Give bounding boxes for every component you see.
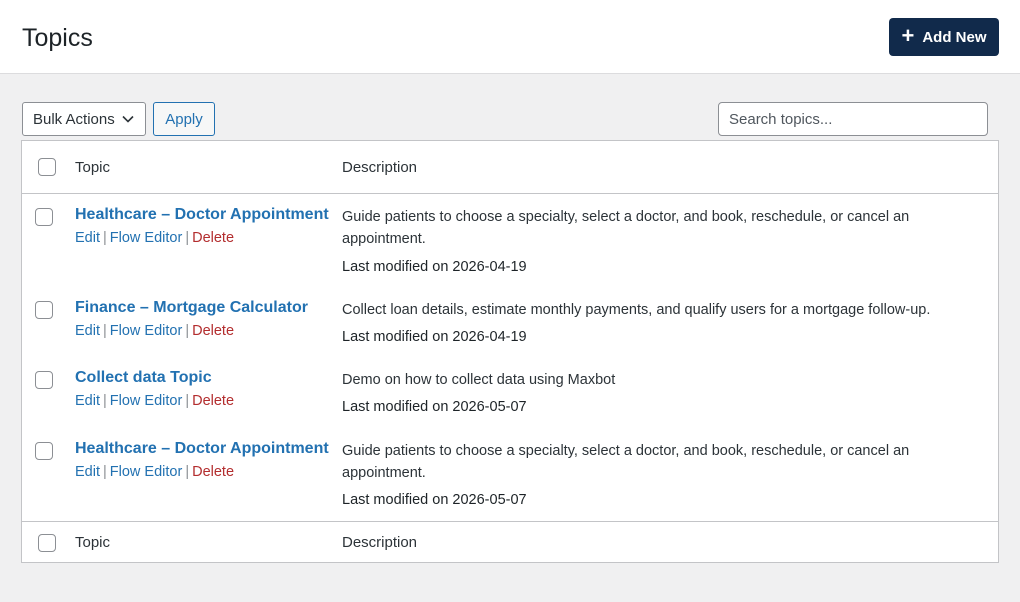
flow-editor-link[interactable]: Flow Editor xyxy=(110,230,183,246)
last-modified: Last modified on 2026-04-19 xyxy=(342,329,527,345)
add-new-button[interactable]: + Add New xyxy=(889,18,999,56)
edit-link[interactable]: Edit xyxy=(75,393,100,409)
chevron-down-icon xyxy=(122,115,134,123)
topic-description: Guide patients to choose a specialty, se… xyxy=(342,209,910,247)
search-input[interactable] xyxy=(718,102,988,136)
separator: | xyxy=(103,393,107,409)
edit-link[interactable]: Edit xyxy=(75,464,100,480)
edit-link[interactable]: Edit xyxy=(75,323,100,339)
last-modified: Last modified on 2026-05-07 xyxy=(342,399,527,415)
add-new-label: Add New xyxy=(922,28,987,46)
column-header-description: Description xyxy=(342,159,418,176)
topic-description: Guide patients to choose a specialty, se… xyxy=(342,443,910,481)
column-header-topic[interactable]: Topic xyxy=(75,159,110,176)
bulk-actions-label: Bulk Actions xyxy=(33,110,115,128)
flow-editor-link[interactable]: Flow Editor xyxy=(110,464,183,480)
separator: | xyxy=(185,230,190,246)
separator: | xyxy=(103,464,107,480)
row-checkbox[interactable] xyxy=(35,371,53,389)
row-actions: Edit | Flow Editor | Delete xyxy=(75,230,234,246)
separator: | xyxy=(185,323,190,339)
table-row: Collect data Topic Edit | Flow Editor | Dele… xyxy=(22,369,998,429)
table-footer: Topic Description xyxy=(22,521,998,562)
apply-button[interactable]: Apply xyxy=(153,102,215,136)
table-row: Finance – Mortgage Calculator Edit | Flow … xyxy=(22,299,998,359)
delete-link[interactable]: Delete xyxy=(192,230,234,246)
separator: | xyxy=(103,230,107,246)
delete-link[interactable]: Delete xyxy=(192,393,234,409)
row-actions: Edit | Flow Editor | Delete xyxy=(75,464,234,480)
delete-link[interactable]: Delete xyxy=(192,323,234,339)
separator: | xyxy=(185,464,190,480)
select-all-checkbox[interactable] xyxy=(38,158,56,176)
page-header: Topics + Add New xyxy=(0,0,1020,74)
table-row: Healthcare – Doctor Appointment Edit | Flo… xyxy=(22,440,998,520)
bulk-actions-select[interactable]: Bulk Actions xyxy=(22,102,146,136)
row-actions: Edit | Flow Editor | Delete xyxy=(75,393,234,409)
last-modified: Last modified on 2026-05-07 xyxy=(342,492,527,508)
table-header: Topic Description xyxy=(22,141,998,194)
separator: | xyxy=(103,323,107,339)
page-title: Topics xyxy=(22,24,93,52)
plus-icon: + xyxy=(901,23,915,48)
table-row: Healthcare – Doctor Appointment Edit | Flo… xyxy=(22,206,998,286)
topic-title-link[interactable]: Healthcare – Doctor Appointment xyxy=(75,206,329,224)
topic-description: Collect loan details, estimate monthly p… xyxy=(342,302,931,318)
topics-table: Topic Description Healthcare – Doctor Ap… xyxy=(21,140,999,563)
flow-editor-link[interactable]: Flow Editor xyxy=(110,323,183,339)
topic-title-link[interactable]: Finance – Mortgage Calculator xyxy=(75,299,308,317)
topic-title-link[interactable]: Healthcare – Doctor Appointment xyxy=(75,440,329,458)
column-footer-topic[interactable]: Topic xyxy=(75,534,110,551)
select-all-checkbox[interactable] xyxy=(38,534,56,552)
flow-editor-link[interactable]: Flow Editor xyxy=(110,393,183,409)
edit-link[interactable]: Edit xyxy=(75,230,100,246)
separator: | xyxy=(185,393,190,409)
row-checkbox[interactable] xyxy=(35,208,53,226)
delete-link[interactable]: Delete xyxy=(192,464,234,480)
topic-description: Demo on how to collect data using Maxbot xyxy=(342,372,616,388)
row-actions: Edit | Flow Editor | Delete xyxy=(75,323,234,339)
row-checkbox[interactable] xyxy=(35,301,53,319)
column-footer-description: Description xyxy=(342,534,418,551)
row-checkbox[interactable] xyxy=(35,442,53,460)
topic-title-link[interactable]: Collect data Topic xyxy=(75,369,212,387)
last-modified: Last modified on 2026-04-19 xyxy=(342,259,527,275)
